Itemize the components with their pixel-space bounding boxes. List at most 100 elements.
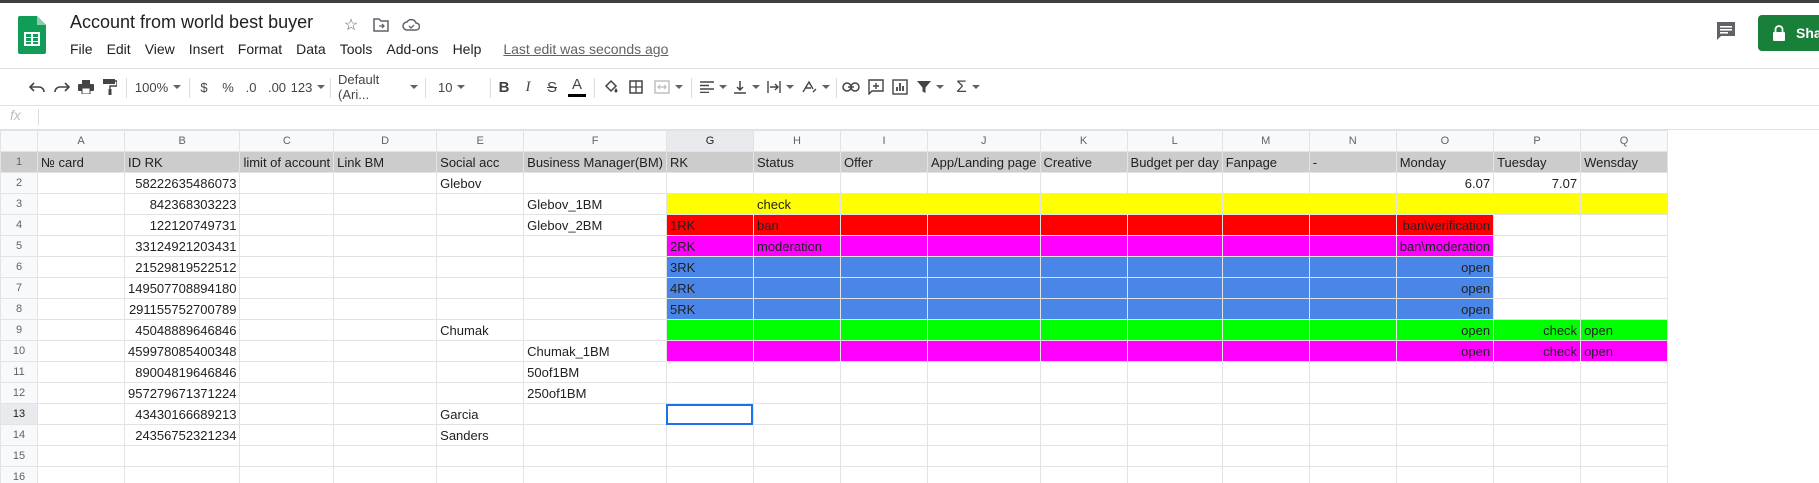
cell-q14[interactable] <box>1580 424 1669 446</box>
cell-b5[interactable]: 33124921203431 <box>123 235 241 257</box>
cell-o11[interactable] <box>1395 361 1495 383</box>
cell-a14[interactable] <box>37 424 125 446</box>
cell-p11[interactable] <box>1493 361 1582 383</box>
cell-b4[interactable]: 122120749731 <box>123 214 241 236</box>
cell-a7[interactable] <box>37 277 125 299</box>
cell-n4[interactable] <box>1308 214 1397 236</box>
cell-n16[interactable] <box>1308 466 1397 483</box>
cell-d14[interactable] <box>333 424 438 446</box>
cell-j12[interactable] <box>926 382 1041 404</box>
cell-h14[interactable] <box>752 424 841 446</box>
sheets-logo-icon[interactable] <box>18 16 46 54</box>
cell-q8[interactable] <box>1580 298 1669 320</box>
cell-p2[interactable]: 7.07 <box>1493 172 1582 194</box>
column-header-c[interactable]: C <box>239 130 335 152</box>
cell-f6[interactable] <box>523 256 667 278</box>
cell-b15[interactable] <box>123 445 241 467</box>
cell-j9[interactable] <box>926 319 1041 341</box>
cell-g7[interactable]: 4RK <box>665 277 754 299</box>
cell-q6[interactable] <box>1580 256 1669 278</box>
cell-e4[interactable] <box>436 214 525 236</box>
cell-d5[interactable] <box>333 235 438 257</box>
cell-m6[interactable] <box>1221 256 1310 278</box>
cell-i9[interactable] <box>839 319 928 341</box>
cell-c9[interactable] <box>239 319 335 341</box>
cell-d7[interactable] <box>333 277 438 299</box>
cell-q4[interactable] <box>1580 214 1669 236</box>
column-header-f[interactable]: F <box>523 130 667 152</box>
cell-f2[interactable] <box>523 172 667 194</box>
row-header[interactable]: 16 <box>0 466 38 483</box>
cell-o4[interactable]: ban\verification <box>1395 214 1495 236</box>
cell-h10[interactable] <box>752 340 841 362</box>
cell-b14[interactable]: 24356752321234 <box>123 424 241 446</box>
cell-c3[interactable] <box>239 193 335 215</box>
cell-f1[interactable]: Business Manager(BM) <box>523 151 667 173</box>
cell-q2[interactable] <box>1580 172 1669 194</box>
cell-f8[interactable] <box>523 298 667 320</box>
row-header[interactable]: 5 <box>0 235 38 257</box>
select-all-corner[interactable] <box>0 130 38 152</box>
column-header-n[interactable]: N <box>1308 130 1397 152</box>
cell-e9[interactable]: Chumak <box>436 319 525 341</box>
cell-h7[interactable] <box>752 277 841 299</box>
cell-a4[interactable] <box>37 214 125 236</box>
cell-e13[interactable]: Garcia <box>436 403 525 425</box>
cell-l8[interactable] <box>1126 298 1223 320</box>
cell-g10[interactable] <box>665 340 754 362</box>
cell-e6[interactable] <box>436 256 525 278</box>
cell-j5[interactable] <box>926 235 1041 257</box>
cell-e12[interactable] <box>436 382 525 404</box>
row-header[interactable]: 2 <box>0 172 38 194</box>
row-header[interactable]: 9 <box>0 319 38 341</box>
cell-b6[interactable]: 21529819522512 <box>123 256 241 278</box>
font-size-select[interactable]: 10 <box>432 69 484 105</box>
cell-p7[interactable] <box>1493 277 1582 299</box>
currency-format-button[interactable]: $ <box>196 69 212 105</box>
cell-p15[interactable] <box>1493 445 1582 467</box>
star-icon[interactable]: ☆ <box>340 14 362 36</box>
row-header[interactable]: 8 <box>0 298 38 320</box>
cell-f5[interactable] <box>523 235 667 257</box>
cell-e5[interactable] <box>436 235 525 257</box>
cell-k4[interactable] <box>1039 214 1128 236</box>
row-header[interactable]: 3 <box>0 193 38 215</box>
cell-a3[interactable] <box>37 193 125 215</box>
cell-g3[interactable] <box>665 193 754 215</box>
menu-addons[interactable]: Add-ons <box>379 40 445 60</box>
cell-d15[interactable] <box>333 445 438 467</box>
cell-n7[interactable] <box>1308 277 1397 299</box>
cell-e16[interactable] <box>436 466 525 483</box>
cell-d1[interactable]: Link BM <box>333 151 438 173</box>
cell-o13[interactable] <box>1395 403 1495 425</box>
cell-c5[interactable] <box>239 235 335 257</box>
cell-p16[interactable] <box>1493 466 1582 483</box>
cell-i10[interactable] <box>839 340 928 362</box>
cell-i16[interactable] <box>839 466 928 483</box>
cell-h4[interactable]: ban <box>752 214 841 236</box>
cell-j11[interactable] <box>926 361 1041 383</box>
cell-a13[interactable] <box>37 403 125 425</box>
cell-l10[interactable] <box>1126 340 1223 362</box>
cell-c13[interactable] <box>239 403 335 425</box>
cell-l4[interactable] <box>1126 214 1223 236</box>
row-header[interactable]: 13 <box>0 403 38 425</box>
cell-k13[interactable] <box>1039 403 1128 425</box>
row-header[interactable]: 14 <box>0 424 38 446</box>
functions-icon[interactable]: Σ <box>953 69 983 105</box>
cell-h9[interactable] <box>752 319 841 341</box>
cell-a9[interactable] <box>37 319 125 341</box>
cell-m8[interactable] <box>1221 298 1310 320</box>
cell-p12[interactable] <box>1493 382 1582 404</box>
cell-j2[interactable] <box>926 172 1041 194</box>
cell-a5[interactable] <box>37 235 125 257</box>
cell-f4[interactable]: Glebov_2BM <box>523 214 667 236</box>
cell-d16[interactable] <box>333 466 438 483</box>
cell-q15[interactable] <box>1580 445 1669 467</box>
cell-i4[interactable] <box>839 214 928 236</box>
cell-a16[interactable] <box>37 466 125 483</box>
cell-d12[interactable] <box>333 382 438 404</box>
cell-d13[interactable] <box>333 403 438 425</box>
cell-i14[interactable] <box>839 424 928 446</box>
cell-d4[interactable] <box>333 214 438 236</box>
